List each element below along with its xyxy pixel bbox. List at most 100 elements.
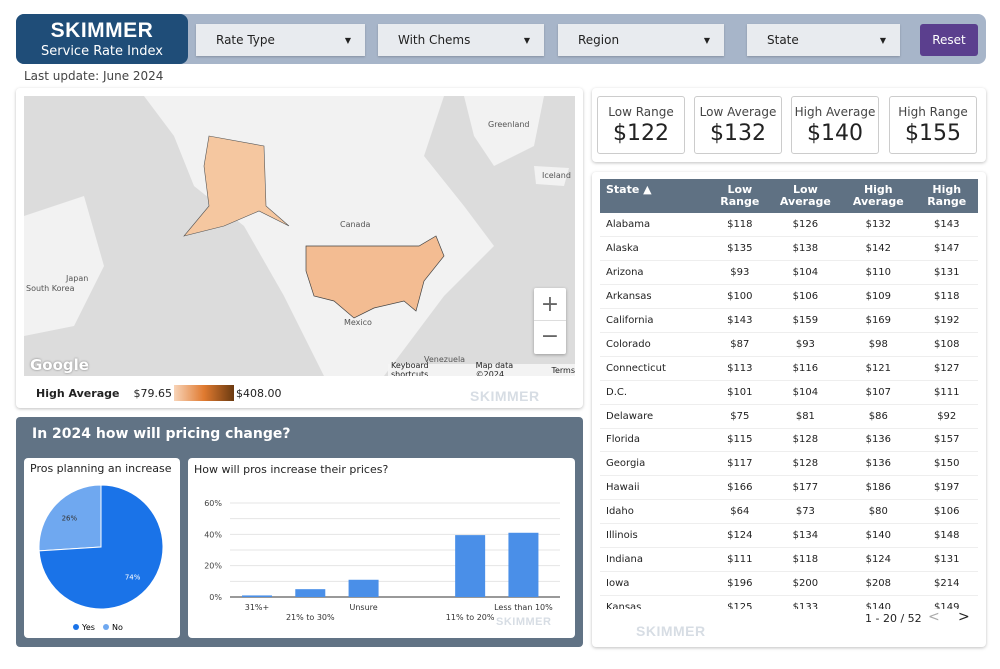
table-row[interactable]: Alaska $135 $138 $142 $147 <box>600 236 978 262</box>
table-cell: $157 <box>915 428 978 453</box>
bar[interactable] <box>508 532 539 597</box>
bar[interactable] <box>295 589 326 597</box>
stat-label: Low Range <box>608 105 674 119</box>
prev-page-icon[interactable]: < <box>928 609 940 625</box>
column-header[interactable]: State ▲ <box>600 179 710 213</box>
dropdown-label: Rate Type <box>216 33 275 47</box>
stat-1: Low Average $132 <box>694 96 782 154</box>
stat-value: $155 <box>905 121 961 146</box>
table-cell: Illinois <box>600 523 710 548</box>
table-cell: Florida <box>600 428 710 453</box>
table-cell: Alabama <box>600 213 710 238</box>
table-row[interactable]: Florida $115 $128 $136 $157 <box>600 428 978 453</box>
bar-card: How will pros increase their prices? 0% 2… <box>188 458 575 638</box>
table-cell: $148 <box>915 523 978 548</box>
table-cell: $138 <box>769 236 842 262</box>
table-cell: $131 <box>915 260 978 286</box>
greenland-land <box>464 96 544 166</box>
table-cell: Arkansas <box>600 284 710 310</box>
table-cell: $117 <box>710 451 770 477</box>
rates-table-scroll[interactable]: State ▲ Low Range Low Average High Average H… <box>600 179 978 609</box>
table-row[interactable]: Colorado $87 $93 $98 $108 <box>600 332 978 357</box>
table-cell: $75 <box>710 404 770 429</box>
zoom-out-button[interactable]: − <box>534 321 566 354</box>
choropleth-map[interactable]: Greenland Iceland Canada Mexico Japan So… <box>24 96 575 376</box>
table-row[interactable]: Arkansas $100 $106 $109 $118 <box>600 284 978 310</box>
bar[interactable] <box>348 579 379 597</box>
table-cell: $113 <box>710 356 770 381</box>
stat-label: High Average <box>794 105 876 119</box>
table-row[interactable]: Delaware $75 $81 $86 $92 <box>600 404 978 429</box>
table-row[interactable]: Iowa $196 $200 $208 $214 <box>600 571 978 596</box>
table-cell: Georgia <box>600 451 710 477</box>
table-row[interactable]: Arizona $93 $104 $110 $131 <box>600 260 978 286</box>
table-cell: Colorado <box>600 332 710 357</box>
reset-button[interactable]: Reset <box>920 24 978 56</box>
table-cell: $108 <box>915 332 978 357</box>
table-row[interactable]: Idaho $64 $73 $80 $106 <box>600 499 978 525</box>
watermark-logo: SKIMMER <box>496 616 552 628</box>
table-row[interactable]: D.C. $101 $104 $107 $111 <box>600 380 978 405</box>
map-label: Mexico <box>344 318 372 327</box>
table-cell: $147 <box>915 236 978 262</box>
table-cell: $118 <box>915 284 978 310</box>
table-row[interactable]: Connecticut $113 $116 $121 $127 <box>600 356 978 381</box>
terms-link[interactable]: Terms <box>551 366 575 375</box>
chems-dropdown[interactable]: With Chems ▼ <box>378 24 544 56</box>
table-cell: $125 <box>710 595 770 609</box>
map-legend: High Average $79.65 $408.00 <box>36 385 281 401</box>
table-cell: $200 <box>769 571 842 596</box>
app-subtitle: Service Rate Index <box>41 44 163 59</box>
map-label: Canada <box>340 220 371 229</box>
zoom-in-button[interactable]: + <box>534 288 566 321</box>
table-cell: $192 <box>915 308 978 333</box>
state-dropdown[interactable]: State ▼ <box>747 24 900 56</box>
stat-value: $122 <box>613 121 669 146</box>
table-row[interactable]: Indiana $111 $118 $124 $131 <box>600 547 978 572</box>
column-header[interactable]: Low Range <box>710 179 770 213</box>
table-cell: $64 <box>710 499 770 525</box>
table-cell: $186 <box>841 475 916 501</box>
y-tick-label: 40% <box>204 530 222 539</box>
table-row[interactable]: Alabama $118 $126 $132 $143 <box>600 213 978 238</box>
dropdown-label: State <box>767 33 799 47</box>
brand-name: SKIMMER <box>50 19 154 42</box>
table-cell: $115 <box>710 428 770 453</box>
table-cell: $80 <box>841 499 916 525</box>
table-row[interactable]: Georgia $117 $128 $136 $150 <box>600 451 978 477</box>
rate-type-dropdown[interactable]: Rate Type ▼ <box>196 24 365 56</box>
table-cell: $86 <box>841 404 916 429</box>
table-cell: $177 <box>769 475 842 501</box>
column-header[interactable]: High Average <box>841 179 916 213</box>
pie-label: 74% <box>125 574 141 582</box>
map-canvas <box>24 96 569 376</box>
table-cell: Iowa <box>600 571 710 596</box>
table-row[interactable]: Kansas $125 $133 $140 $149 <box>600 595 978 609</box>
table-row[interactable]: Illinois $124 $134 $140 $148 <box>600 523 978 548</box>
table-cell: Idaho <box>600 499 710 525</box>
bar[interactable] <box>242 595 272 597</box>
table-cell: $118 <box>769 547 842 572</box>
table-cell: $132 <box>841 213 916 238</box>
keyboard-shortcuts-link[interactable]: Keyboard shortcuts <box>391 361 467 376</box>
region-dropdown[interactable]: Region ▼ <box>558 24 724 56</box>
x-tick-label: 11% to 20% <box>446 613 495 622</box>
table-cell: $81 <box>769 404 842 429</box>
column-header[interactable]: Low Average <box>769 179 842 213</box>
legend-swatch <box>103 624 109 630</box>
table-row[interactable]: California $143 $159 $169 $192 <box>600 308 978 333</box>
table-cell: Hawaii <box>600 475 710 501</box>
table-row[interactable]: Hawaii $166 $177 $186 $197 <box>600 475 978 501</box>
column-header[interactable]: High Range <box>915 179 978 213</box>
table-cell: $133 <box>769 595 842 609</box>
next-page-icon[interactable]: > <box>958 609 970 625</box>
bar[interactable] <box>455 535 486 597</box>
table-cell: $73 <box>769 499 842 525</box>
legend-swatch <box>73 624 79 630</box>
dropdown-label: Region <box>578 33 620 47</box>
table-cell: $116 <box>769 356 842 381</box>
table-cell: $135 <box>710 236 770 262</box>
table-cell: $142 <box>841 236 916 262</box>
x-tick-label: 31%+ <box>245 603 269 612</box>
table-cell: $140 <box>841 523 916 548</box>
